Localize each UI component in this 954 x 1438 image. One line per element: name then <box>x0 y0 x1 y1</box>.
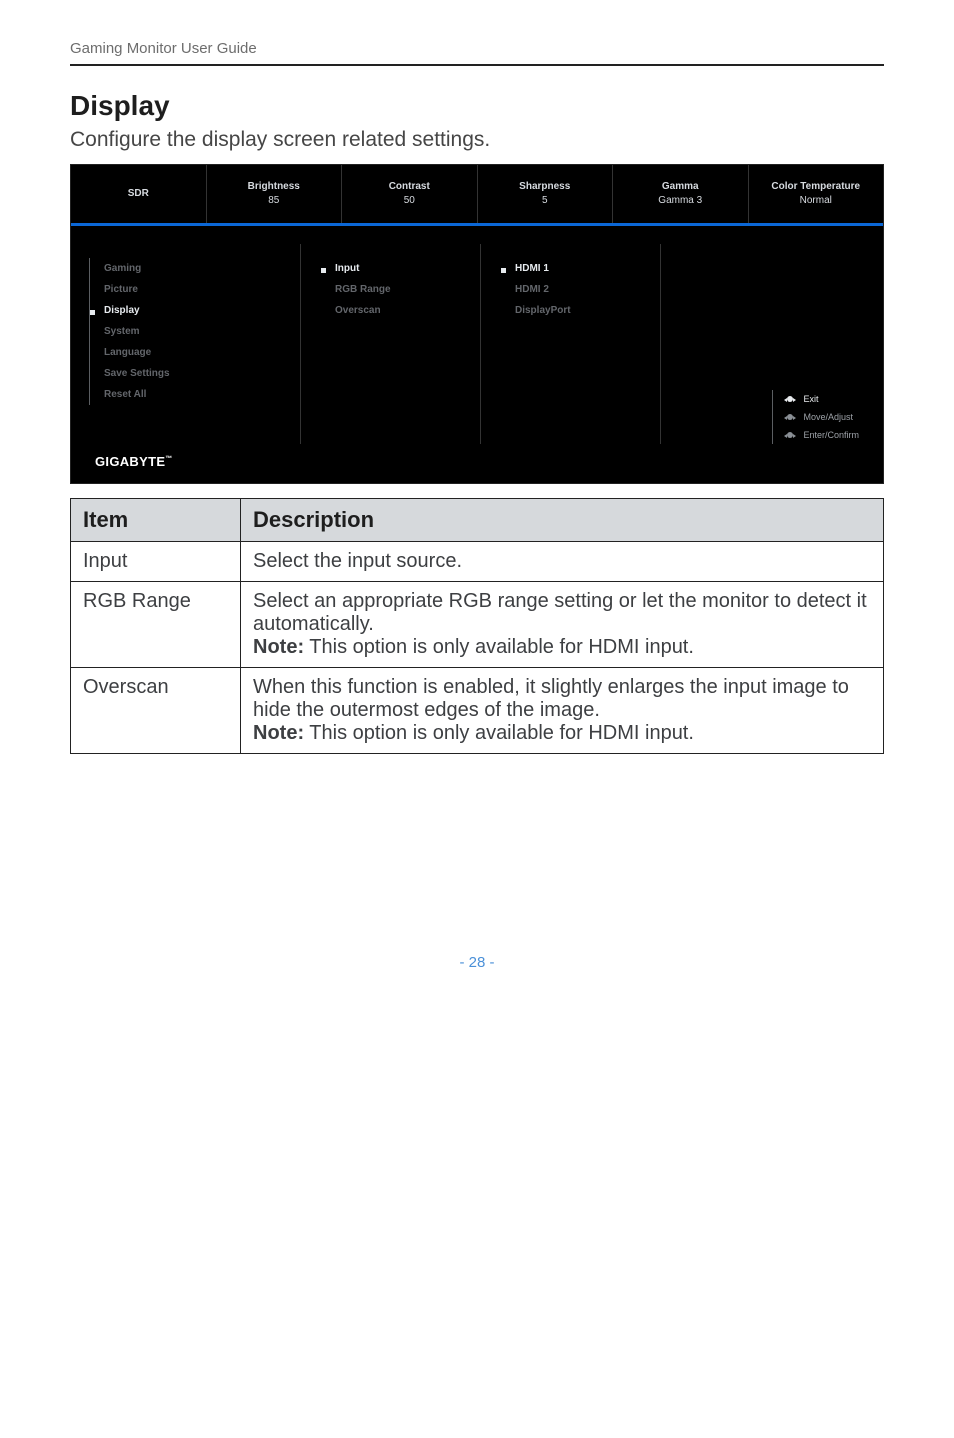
osd-statusbar: Picture Mode Standard <box>641 226 883 244</box>
osd-top-sdr: SDR <box>71 165 207 223</box>
osd-item-picture[interactable]: Picture <box>90 279 280 300</box>
row-item-rgb: RGB Range <box>71 582 241 668</box>
osd-value-displayport[interactable]: DisplayPort <box>501 300 640 321</box>
note-label: Note: <box>253 722 304 744</box>
brand-logo: GIGABYTE™ <box>95 454 173 469</box>
picture-mode-label: Picture Mode <box>673 230 730 240</box>
table-row: Overscan When this function is enabled, … <box>71 668 884 754</box>
osd-item-gaming[interactable]: Gaming <box>90 258 280 279</box>
row-desc-input: Select the input source. <box>241 542 884 582</box>
hint-move: Move/Adjust <box>783 408 859 426</box>
osd-top-label: Gamma <box>662 180 699 194</box>
osd-top-gamma: Gamma Gamma 3 <box>613 165 749 223</box>
osd-sub-overscan[interactable]: Overscan <box>321 300 460 321</box>
page-number: - 28 - <box>70 954 884 971</box>
osd-top-brightness: Brightness 85 <box>207 165 343 223</box>
osd-top-contrast: Contrast 50 <box>342 165 478 223</box>
osd-top-colortemp: Color Temperature Normal <box>749 165 884 223</box>
osd-main-menu: Gaming Picture Display System Language S… <box>71 244 301 444</box>
osd-value-hdmi2[interactable]: HDMI 2 <box>501 279 640 300</box>
osd-body: Gaming Picture Display System Language S… <box>71 244 883 444</box>
page-header: Gaming Monitor User Guide <box>70 40 884 66</box>
hint-enter-label: Enter/Confirm <box>803 426 859 444</box>
hint-move-label: Move/Adjust <box>803 408 853 426</box>
osd-right-panel: Exit Move/Adjust Enter/Confirm <box>661 244 883 444</box>
table-header-description: Description <box>241 499 884 542</box>
picture-mode-value: Standard <box>820 230 859 240</box>
osd-top-value: 5 <box>542 194 548 208</box>
osd-top-value: 85 <box>268 194 279 208</box>
row-desc-rgb: Select an appropriate RGB range setting … <box>241 582 884 668</box>
table-row: RGB Range Select an appropriate RGB rang… <box>71 582 884 668</box>
hint-exit-label: Exit <box>803 390 818 408</box>
osd-screenshot: SDR Brightness 85 Contrast 50 Sharpness … <box>70 164 884 484</box>
osd-item-system[interactable]: System <box>90 321 280 342</box>
row-item-input: Input <box>71 542 241 582</box>
osd-sub-menu: Input RGB Range Overscan <box>301 244 481 444</box>
osd-footer: GIGABYTE™ <box>71 444 883 483</box>
osd-statusbar-wrap: Picture Mode Standard <box>71 226 883 244</box>
section-description: Configure the display screen related set… <box>70 128 884 152</box>
osd-top-value: Normal <box>800 194 832 208</box>
osd-item-language[interactable]: Language <box>90 342 280 363</box>
rgb-desc-text: Select an appropriate RGB range setting … <box>253 590 867 635</box>
osd-top-value: Gamma 3 <box>658 194 702 208</box>
osd-sub-input[interactable]: Input <box>321 258 460 279</box>
joystick-icon <box>783 392 797 406</box>
row-desc-overscan: When this function is enabled, it slight… <box>241 668 884 754</box>
joystick-icon <box>783 428 797 442</box>
note-label: Note: <box>253 636 304 658</box>
osd-item-save-settings[interactable]: Save Settings <box>90 363 280 384</box>
osd-value-hdmi1[interactable]: HDMI 1 <box>501 258 640 279</box>
overscan-desc-text: When this function is enabled, it slight… <box>253 676 849 721</box>
guide-title: Gaming Monitor User Guide <box>70 40 257 57</box>
note-text: This option is only available for HDMI i… <box>304 636 694 658</box>
settings-table: Item Description Input Select the input … <box>70 498 884 754</box>
osd-item-display[interactable]: Display <box>90 300 280 321</box>
row-item-overscan: Overscan <box>71 668 241 754</box>
osd-top-row: SDR Brightness 85 Contrast 50 Sharpness … <box>71 165 883 223</box>
table-header-item: Item <box>71 499 241 542</box>
osd-top-label: Contrast <box>389 180 430 194</box>
osd-top-label: SDR <box>128 187 149 201</box>
hint-enter: Enter/Confirm <box>783 426 859 444</box>
osd-top-label: Color Temperature <box>771 180 860 194</box>
joystick-icon <box>783 410 797 424</box>
osd-sub-rgb-range[interactable]: RGB Range <box>321 279 460 300</box>
osd-hints: Exit Move/Adjust Enter/Confirm <box>772 390 859 444</box>
note-text: This option is only available for HDMI i… <box>304 722 694 744</box>
osd-top-label: Brightness <box>248 180 300 194</box>
osd-top-sharpness: Sharpness 5 <box>478 165 614 223</box>
osd-top-value: 50 <box>404 194 415 208</box>
osd-value-menu: HDMI 1 HDMI 2 DisplayPort <box>481 244 661 444</box>
table-row: Input Select the input source. <box>71 542 884 582</box>
section-title: Display <box>70 90 884 122</box>
osd-item-reset-all[interactable]: Reset All <box>90 384 280 405</box>
hint-exit: Exit <box>783 390 859 408</box>
osd-top-label: Sharpness <box>519 180 570 194</box>
